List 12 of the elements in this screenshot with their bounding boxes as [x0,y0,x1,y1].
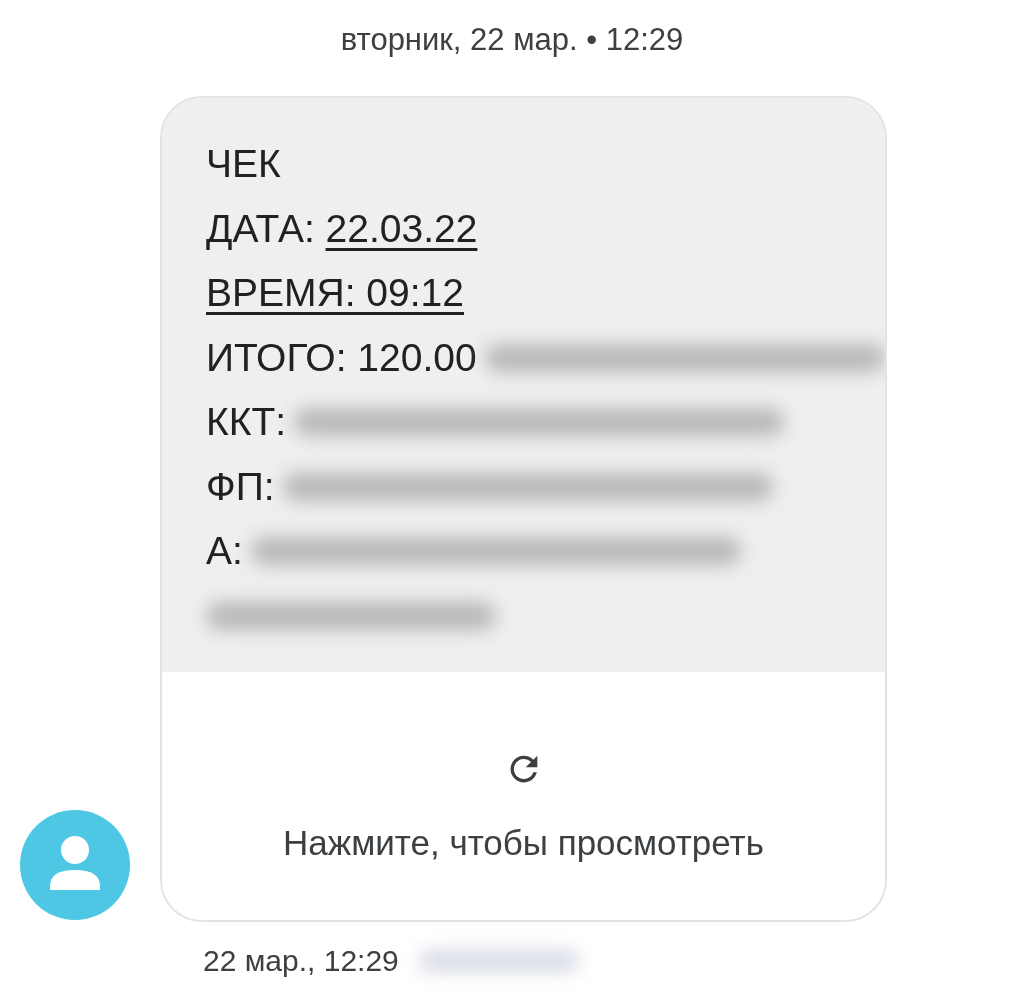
message-text: ЧЕК [206,142,281,186]
message-text: ФП: [206,464,275,508]
message-time: 22 мар., 12:29 [203,944,399,978]
message-text: А: [206,529,243,573]
preview-link[interactable]: Нажмите, чтобы просмотреть [283,823,764,863]
message-text: ИТОГО: 120.00 [206,335,477,379]
avatar-icon [20,810,130,920]
message-link[interactable]: ВРЕМЯ: 09:12 [206,271,464,315]
date-header: вторник, 22 мар. • 12:29 [339,21,685,59]
message-link[interactable]: 22.03.22 [325,206,478,250]
message-text: ДАТА: [206,206,316,250]
message-text: ККТ: [206,400,287,444]
